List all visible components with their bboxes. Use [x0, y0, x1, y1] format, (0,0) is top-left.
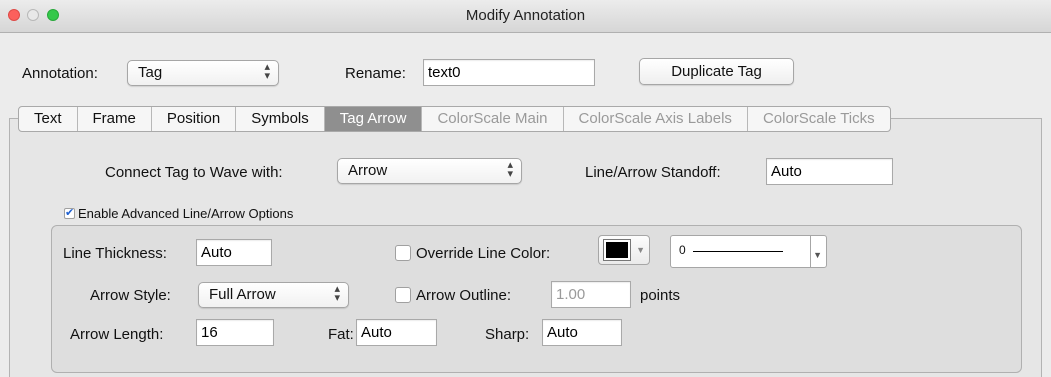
standoff-label: Line/Arrow Standoff: — [585, 164, 721, 181]
tab-text[interactable]: Text — [19, 107, 78, 131]
tab-colorscale-axis-labels: ColorScale Axis Labels — [564, 107, 748, 131]
annotation-popup-value: Tag — [138, 64, 163, 81]
line-color-picker[interactable]: ▼ — [598, 235, 650, 265]
line-thickness-label: Line Thickness: — [63, 245, 167, 262]
annotation-label: Annotation: — [22, 65, 98, 82]
tab-symbols[interactable]: Symbols — [236, 107, 325, 131]
rename-input[interactable] — [423, 59, 595, 86]
connect-popup-value: Arrow — [348, 162, 388, 179]
checkmark-icon: ✔ — [65, 207, 75, 219]
arrow-outline-unit: points — [640, 287, 681, 304]
chevron-down-icon: ▼ — [813, 250, 822, 260]
duplicate-tag-button[interactable]: Duplicate Tag — [639, 58, 794, 85]
arrow-outline-checkbox[interactable] — [395, 287, 411, 303]
override-line-color-label: Override Line Color: — [416, 245, 551, 262]
arrow-style-label: Arrow Style: — [90, 287, 171, 304]
rename-label: Rename: — [345, 65, 406, 82]
tab-tag-arrow[interactable]: Tag Arrow — [324, 107, 423, 131]
tab-position[interactable]: Position — [152, 107, 237, 131]
arrow-style-popup[interactable]: Full Arrow ▴ ▾ — [198, 282, 349, 308]
tab-frame[interactable]: Frame — [78, 107, 152, 131]
override-line-color-checkbox[interactable] — [395, 245, 411, 261]
connect-popup[interactable]: Arrow ▴ ▾ — [337, 158, 522, 184]
connect-label: Connect Tag to Wave with: — [105, 164, 283, 181]
line-style-sample — [693, 251, 783, 252]
tab-colorscale-ticks: ColorScale Ticks — [762, 110, 875, 127]
advanced-options-checkbox[interactable]: ✔ — [64, 207, 75, 219]
updown-chevron-icon: ▴ ▾ — [264, 61, 270, 82]
sharp-label: Sharp: — [485, 326, 530, 343]
advanced-options-label: Enable Advanced Line/Arrow Options — [78, 206, 294, 221]
line-style-dropdown[interactable]: 0 ▼ — [670, 235, 827, 268]
divider — [810, 236, 811, 267]
arrow-outline-label: Arrow Outline: — [416, 287, 512, 304]
arrow-outline-input — [551, 281, 631, 308]
fat-input[interactable] — [356, 319, 437, 346]
updown-chevron-icon: ▴ ▾ — [507, 159, 513, 180]
tab-colorscale-main: ColorScale Main — [422, 107, 564, 131]
tab-bar: Text Frame Position Symbols Tag Arrow Co… — [18, 106, 891, 132]
annotation-popup[interactable]: Tag ▴ ▾ — [127, 60, 279, 86]
standoff-input[interactable] — [766, 158, 893, 185]
chevron-down-icon: ▼ — [636, 245, 645, 255]
arrow-style-popup-value: Full Arrow — [209, 286, 276, 303]
window-title: Modify Annotation — [465, 7, 586, 24]
arrow-length-input[interactable] — [196, 319, 274, 346]
updown-chevron-icon: ▴ ▾ — [334, 283, 340, 304]
line-style-value: 0 — [679, 243, 686, 257]
fat-label: Fat: — [328, 326, 354, 343]
line-thickness-input[interactable] — [196, 239, 272, 266]
arrow-length-label: Arrow Length: — [70, 326, 164, 343]
title-bar: Modify Annotation — [0, 0, 1051, 33]
sharp-input[interactable] — [542, 319, 622, 346]
color-swatch — [604, 240, 630, 260]
